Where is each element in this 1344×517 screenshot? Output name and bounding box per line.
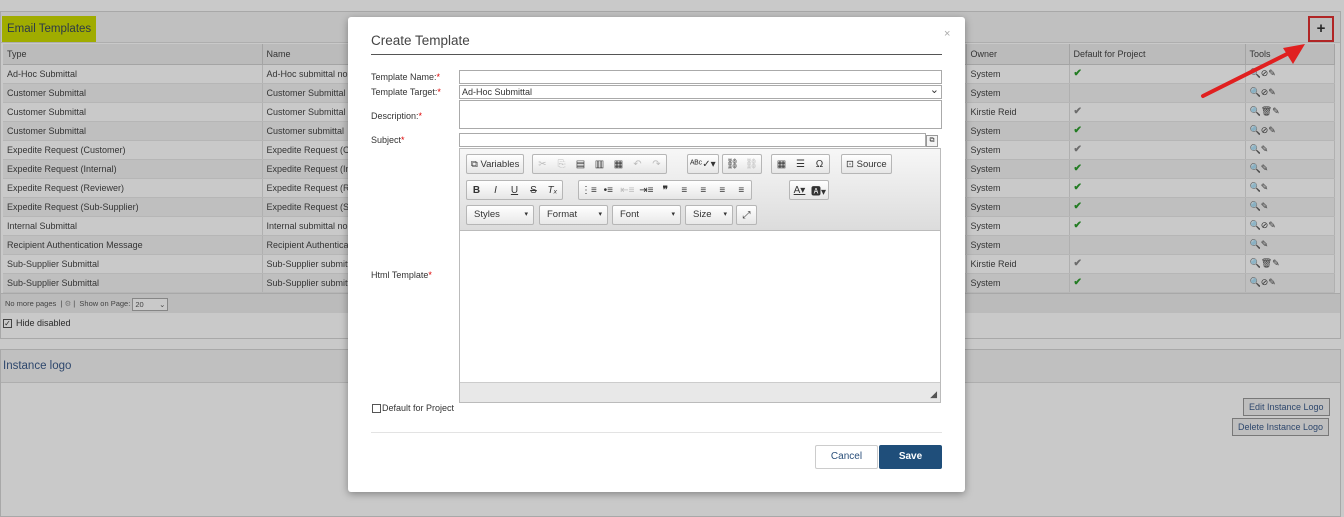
justify-icon[interactable]: ≡ xyxy=(732,185,751,196)
paste-icon[interactable]: ▤ xyxy=(571,159,590,170)
list-group: ⋮≡ •≡ ⇤≡ ⇥≡ ❞ ≡ ≡ ≡ ≡ xyxy=(578,180,752,200)
title-divider xyxy=(371,54,942,55)
cut-icon[interactable]: ✂ xyxy=(533,159,552,170)
color-group: A▾ 🅰▾ xyxy=(789,180,830,200)
remove-format-icon[interactable]: Tₓ xyxy=(543,185,562,196)
maximize-group: ⤢ xyxy=(736,205,757,225)
table-icon[interactable]: ▦ xyxy=(772,159,791,170)
editor-footer: ◢ xyxy=(460,382,940,402)
html-editor: ⧉ Variables ✂ ⎘ ▤ ▥ ▦ ↶ ↷ ᴬᴮᶜ✓▾ ⛓ ⛓ ▦ ☰ xyxy=(459,148,941,403)
indent-icon[interactable]: ⇥≡ xyxy=(637,185,656,196)
insert-variable-icon[interactable]: ⧉ xyxy=(926,135,938,147)
basic-style-group: B I U S Tₓ xyxy=(466,180,563,200)
cancel-button[interactable]: Cancel xyxy=(815,445,878,469)
default-for-project-checkbox[interactable]: Default for Project xyxy=(372,403,454,414)
bold-icon[interactable]: B xyxy=(467,185,486,196)
strikethrough-icon[interactable]: S xyxy=(524,185,543,196)
text-color-icon[interactable]: A▾ xyxy=(790,185,809,196)
template-target-label: Template Target:* xyxy=(371,87,441,97)
paste-word-icon[interactable]: ▦ xyxy=(609,159,628,170)
unlink-icon[interactable]: ⛓ xyxy=(742,159,761,170)
align-center-icon[interactable]: ≡ xyxy=(694,185,713,196)
redo-icon[interactable]: ↷ xyxy=(647,159,666,170)
checkbox-icon[interactable] xyxy=(372,404,381,414)
html-template-label: Html Template* xyxy=(371,270,432,280)
numbered-list-icon[interactable]: ⋮≡ xyxy=(579,185,599,196)
variables-group: ⧉ Variables xyxy=(466,154,525,174)
special-char-icon[interactable]: Ω xyxy=(810,159,829,170)
link-icon[interactable]: ⛓ xyxy=(723,159,742,170)
italic-icon[interactable]: I xyxy=(486,185,505,196)
align-left-icon[interactable]: ≡ xyxy=(675,185,694,196)
background-color-icon[interactable]: 🅰▾ xyxy=(809,183,828,198)
subject-input[interactable] xyxy=(459,133,926,147)
copy-icon[interactable]: ⎘ xyxy=(552,159,571,170)
maximize-icon[interactable]: ⤢ xyxy=(737,210,756,221)
close-icon[interactable]: × xyxy=(944,28,950,40)
font-dropdown[interactable]: Font ▾ xyxy=(612,205,681,225)
footer-divider xyxy=(371,432,942,433)
template-name-label: Template Name:* xyxy=(371,72,441,82)
dialog-title: Create Template xyxy=(371,33,470,48)
create-template-dialog: Create Template × Template Name:* Templa… xyxy=(348,17,965,492)
link-group: ⛓ ⛓ xyxy=(722,154,762,174)
source-button[interactable]: ⊡ Source xyxy=(842,159,891,170)
insert-group: ▦ ☰ Ω xyxy=(771,154,830,174)
template-target-select[interactable]: Ad-Hoc Submittal ⌄ xyxy=(459,84,942,99)
save-button[interactable]: Save xyxy=(879,445,942,469)
bulleted-list-icon[interactable]: •≡ xyxy=(599,185,618,196)
size-dropdown[interactable]: Size ▾ xyxy=(685,205,733,225)
red-arrow-annotation xyxy=(1201,44,1305,98)
paste-text-icon[interactable]: ▥ xyxy=(590,159,609,170)
format-dropdown[interactable]: Format ▾ xyxy=(539,205,608,225)
spellcheck-group: ᴬᴮᶜ✓▾ xyxy=(687,154,719,174)
source-group: ⊡ Source xyxy=(841,154,892,174)
styles-dropdown[interactable]: Styles ▾ xyxy=(466,205,534,225)
editor-content-area[interactable] xyxy=(460,231,940,383)
underline-icon[interactable]: U xyxy=(505,185,524,196)
chevron-down-icon: ⌄ xyxy=(929,84,939,96)
variables-button[interactable]: ⧉ Variables xyxy=(467,159,523,170)
align-right-icon[interactable]: ≡ xyxy=(713,185,732,196)
subject-label: Subject* xyxy=(371,135,405,145)
outdent-icon[interactable]: ⇤≡ xyxy=(618,185,637,196)
spellcheck-icon[interactable]: ᴬᴮᶜ✓▾ xyxy=(688,159,718,170)
editor-toolbar: ⧉ Variables ✂ ⎘ ▤ ▥ ▦ ↶ ↷ ᴬᴮᶜ✓▾ ⛓ ⛓ ▦ ☰ xyxy=(460,149,940,231)
clipboard-group: ✂ ⎘ ▤ ▥ ▦ ↶ ↷ xyxy=(532,154,667,174)
template-name-input[interactable] xyxy=(459,70,942,84)
description-label: Description:* xyxy=(371,111,423,121)
resize-handle-icon[interactable]: ◢ xyxy=(930,389,937,400)
description-textarea[interactable] xyxy=(459,100,942,129)
horizontal-line-icon[interactable]: ☰ xyxy=(791,159,810,170)
undo-icon[interactable]: ↶ xyxy=(628,159,647,170)
blockquote-icon[interactable]: ❞ xyxy=(656,185,675,196)
